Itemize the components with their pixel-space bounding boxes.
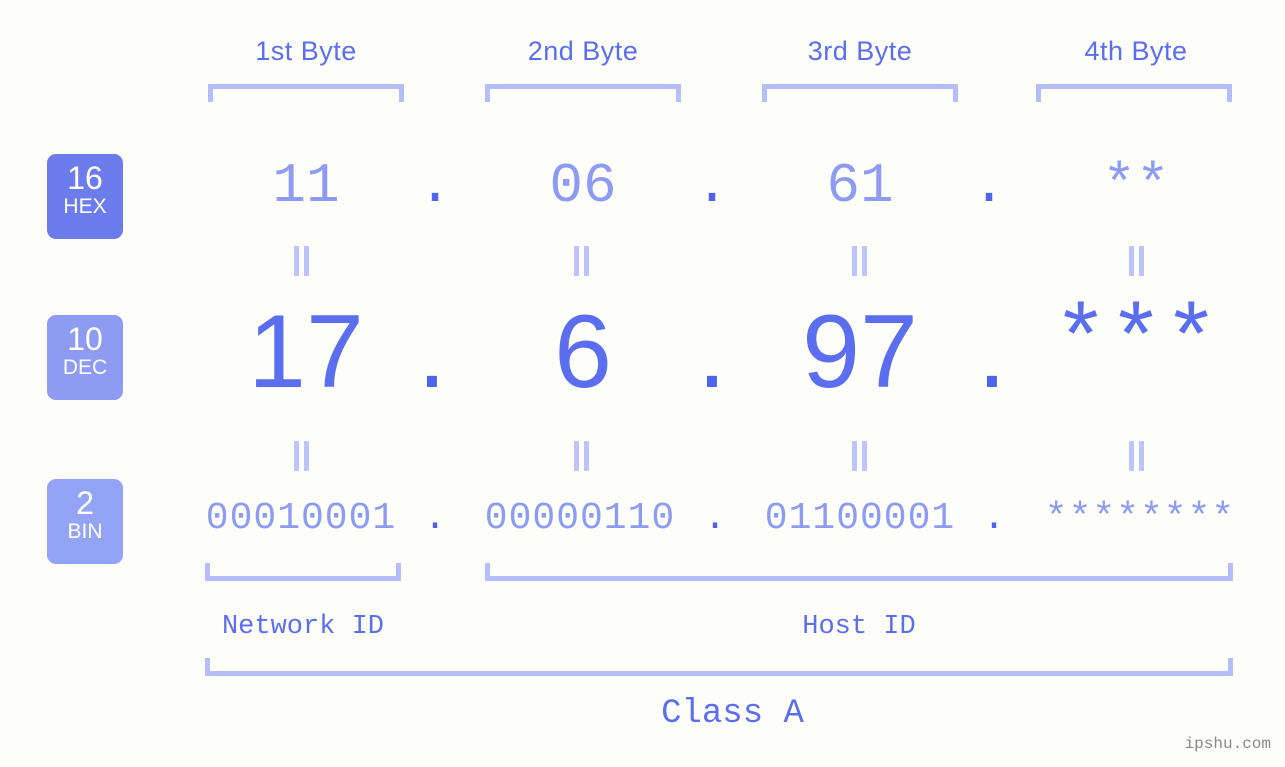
bin-separator-2: . (703, 497, 727, 540)
byte-bracket-top-3 (762, 84, 958, 102)
dec-separator-3: . (977, 294, 1007, 410)
base-badge-hex-name: HEX (63, 195, 107, 218)
equals-connector-hex-dec-1 (290, 246, 312, 276)
hex-byte-4: ** (1102, 154, 1170, 218)
equals-connector-dec-bin-4 (1125, 441, 1147, 471)
hex-separator-1: . (418, 154, 452, 218)
watermark: ipshu.com (1184, 735, 1271, 753)
dec-separator-1: . (417, 294, 447, 410)
hex-separator-3: . (972, 154, 1006, 218)
class-bracket (205, 658, 1233, 676)
network-id-bracket (205, 563, 401, 581)
dec-separator-2: . (697, 294, 727, 410)
hex-byte-2: 06 (549, 154, 617, 218)
base-badge-dec: 10 DEC (47, 315, 123, 400)
byte-header-3: 3rd Byte (807, 36, 913, 66)
host-id-label: Host ID (802, 612, 916, 642)
hex-separator-2: . (695, 154, 729, 218)
ip-breakdown-diagram: 1st Byte 2nd Byte 3rd Byte 4th Byte 16 H… (0, 0, 1285, 767)
base-badge-bin-name: BIN (67, 520, 103, 543)
bin-byte-2: 00000110 (484, 497, 676, 540)
host-id-bracket (485, 563, 1233, 581)
equals-connector-dec-bin-3 (848, 441, 870, 471)
base-badge-bin: 2 BIN (47, 479, 123, 564)
byte-header-1: 1st Byte (255, 36, 357, 66)
byte-bracket-top-1 (208, 84, 404, 102)
base-badge-hex: 16 HEX (47, 154, 123, 239)
byte-bracket-top-4 (1036, 84, 1232, 102)
base-badge-dec-number: 10 (67, 321, 103, 357)
equals-connector-hex-dec-4 (1125, 246, 1147, 276)
bin-separator-1: . (423, 497, 447, 540)
hex-byte-1: 11 (272, 154, 340, 218)
bin-byte-1: 00010001 (205, 497, 397, 540)
base-badge-dec-name: DEC (62, 356, 108, 379)
base-badge-bin-number: 2 (76, 485, 94, 521)
class-label: Class A (661, 695, 804, 733)
byte-bracket-top-2 (485, 84, 681, 102)
equals-connector-hex-dec-2 (570, 246, 592, 276)
bin-byte-4: ******** (1044, 497, 1236, 540)
dec-byte-1: 17 (248, 294, 364, 410)
network-id-label: Network ID (221, 612, 385, 642)
dec-byte-4: *** (1053, 291, 1219, 396)
equals-connector-dec-bin-1 (290, 441, 312, 471)
byte-header-4: 4th Byte (1084, 36, 1188, 66)
dec-byte-2: 6 (554, 294, 612, 410)
equals-connector-dec-bin-2 (570, 441, 592, 471)
bin-byte-3: 01100001 (764, 497, 956, 540)
byte-header-2: 2nd Byte (527, 36, 639, 66)
hex-byte-3: 61 (826, 154, 894, 218)
base-badge-hex-number: 16 (67, 160, 103, 196)
bin-separator-3: . (982, 497, 1006, 540)
dec-byte-3: 97 (802, 294, 918, 410)
equals-connector-hex-dec-3 (848, 246, 870, 276)
